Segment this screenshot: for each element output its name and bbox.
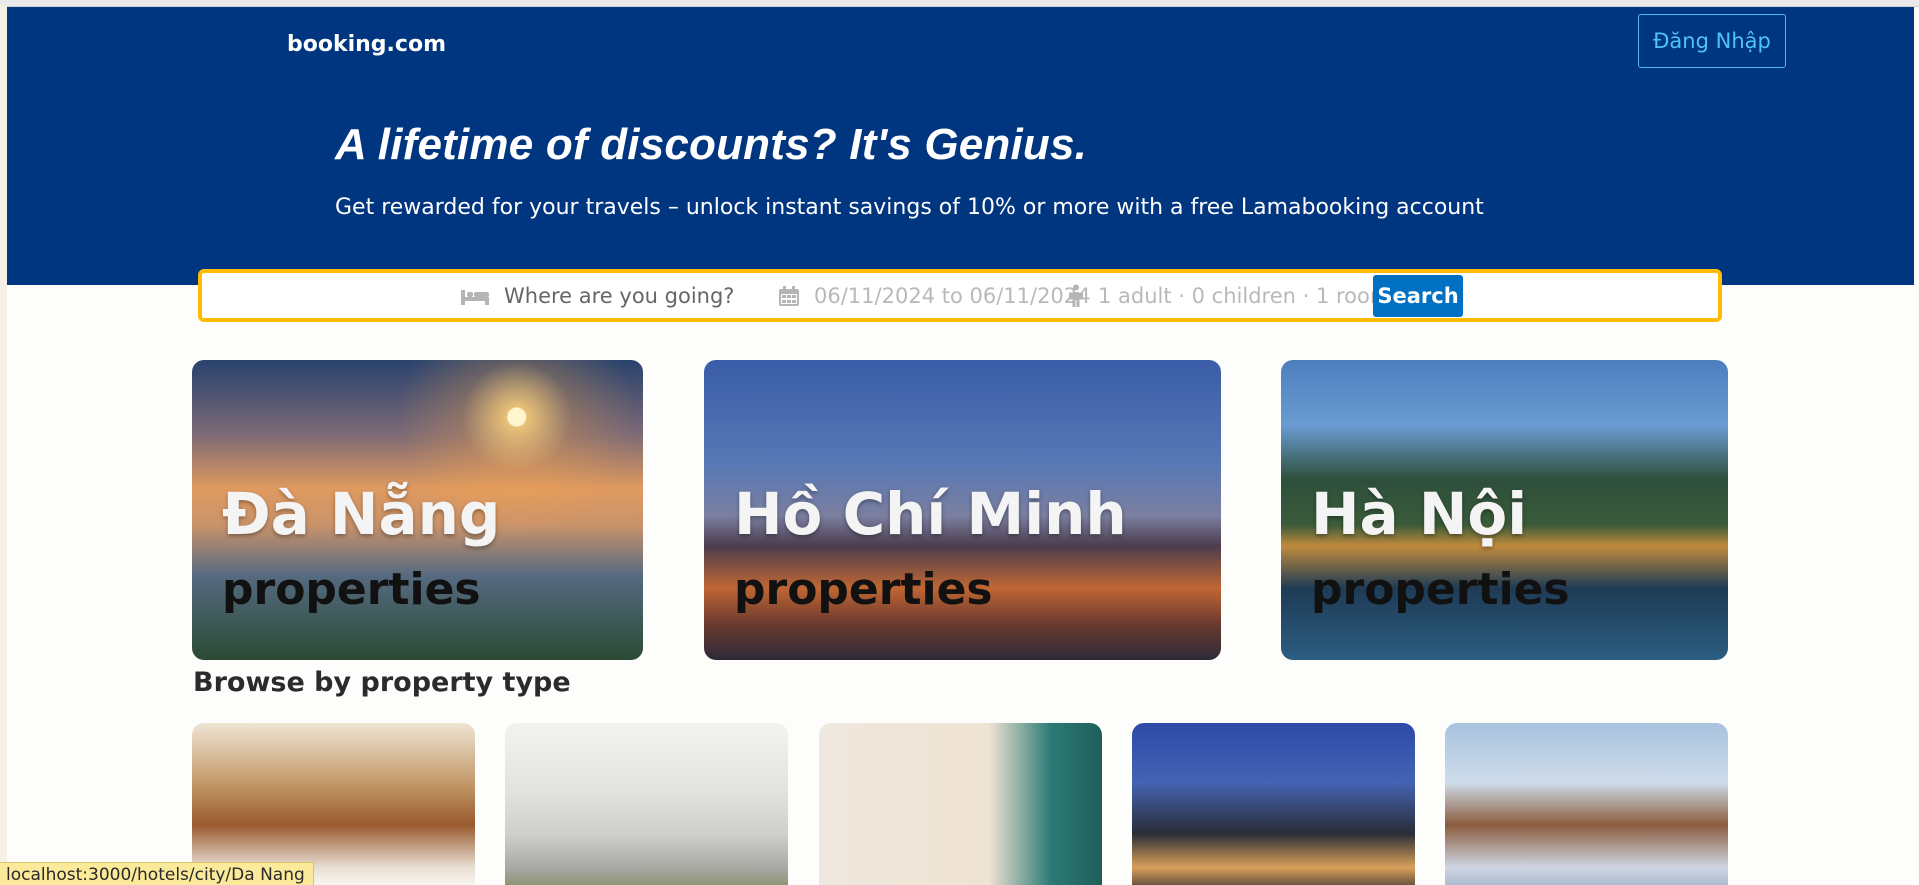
property-type-heading: Browse by property type (193, 667, 571, 698)
destination-placeholder[interactable]: Where are you going? (504, 284, 734, 308)
person-icon (1068, 284, 1084, 308)
site-logo[interactable]: booking.com (287, 32, 446, 57)
bed-icon (460, 286, 490, 306)
search-bar: Where are you going? 06/11/2024 to 06/11… (198, 269, 1722, 322)
occupancy-field[interactable]: 1 adult · 0 children · 1 room (1068, 273, 1390, 318)
property-type-card-resort-photo[interactable] (819, 723, 1102, 885)
city-name: Hồ Chí Minh (734, 480, 1127, 548)
city-card-ho-chi-minh[interactable]: Hồ Chí Minh properties (704, 360, 1221, 660)
city-card-da-nang[interactable]: Đà Nẵng properties (192, 360, 643, 660)
link-status-bar: localhost:3000/hotels/city/Da Nang (0, 862, 314, 885)
search-button[interactable]: Search (1373, 275, 1463, 317)
browser-viewport: booking.com Đăng Nhập A lifetime of disc… (0, 0, 1919, 885)
destination-field[interactable]: Where are you going? (460, 273, 734, 318)
date-range-field[interactable]: 06/11/2024 to 06/11/2024 (778, 273, 1091, 318)
login-button[interactable]: Đăng Nhập (1638, 14, 1786, 68)
calendar-icon (778, 285, 800, 307)
hero-subtitle: Get rewarded for your travels – unlock i… (335, 195, 1484, 220)
city-properties-label: properties (1311, 564, 1570, 615)
city-properties-label: properties (222, 564, 481, 615)
hero-title: A lifetime of discounts? It's Genius. (335, 120, 1088, 169)
city-name: Đà Nẵng (222, 480, 501, 548)
site-header: booking.com Đăng Nhập A lifetime of disc… (7, 7, 1914, 285)
browser-left-edge (0, 6, 7, 885)
property-type-card-villa-photo[interactable] (1132, 723, 1415, 885)
property-type-card-apartment-photo[interactable] (505, 723, 788, 885)
city-name: Hà Nội (1311, 480, 1528, 548)
city-card-ha-noi[interactable]: Hà Nội properties (1281, 360, 1728, 660)
date-range-text[interactable]: 06/11/2024 to 06/11/2024 (814, 284, 1091, 308)
occupancy-text[interactable]: 1 adult · 0 children · 1 room (1098, 284, 1390, 308)
browser-top-edge (0, 0, 1919, 7)
property-type-card-cabin-photo[interactable] (1445, 723, 1728, 885)
property-type-card-hotel-photo[interactable] (192, 723, 475, 885)
city-properties-label: properties (734, 564, 993, 615)
